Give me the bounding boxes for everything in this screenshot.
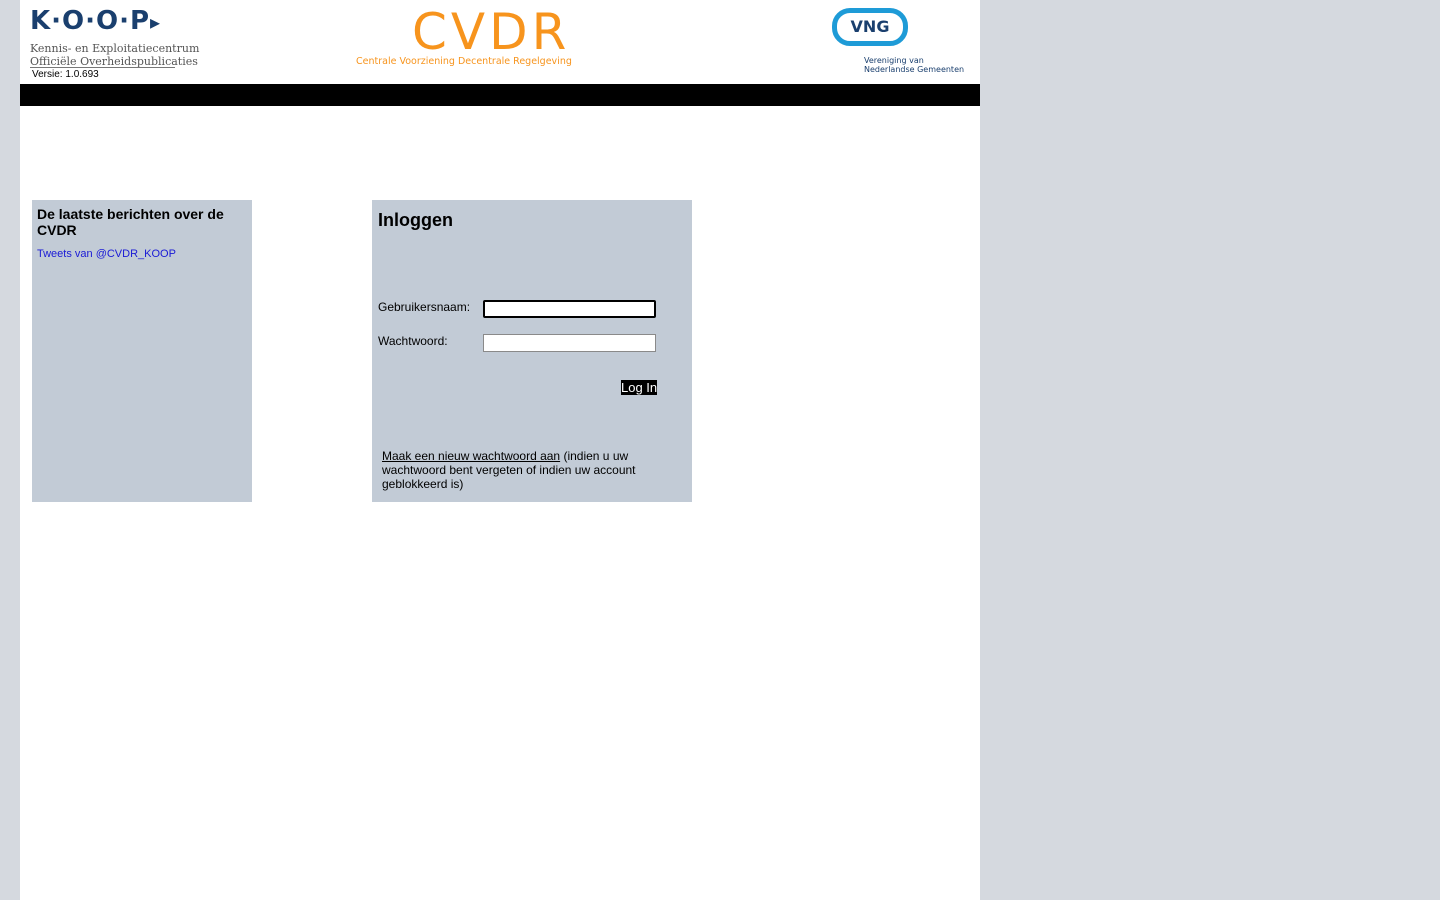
- cvdr-logo: CVDR Centrale Voorziening Decentrale Reg…: [356, 3, 576, 73]
- login-button[interactable]: Log In: [621, 380, 658, 395]
- vng-logo-line2: Nederlandse Gemeenten: [864, 65, 965, 74]
- nav-bar: [20, 84, 980, 106]
- password-reset-link[interactable]: Maak een nieuw wachtwoord aan: [382, 449, 560, 463]
- username-input[interactable]: [483, 300, 656, 318]
- version-label: Versie: 1.0.693: [32, 69, 99, 80]
- password-label: Wachtwoord:: [378, 334, 448, 348]
- vng-logo-line1: Vereniging van: [864, 56, 924, 65]
- username-label: Gebruikersnaam:: [378, 300, 471, 314]
- koop-logo-mark: K·O·O·P▸: [30, 6, 162, 36]
- news-panel-title: De laatste berichten over de CVDR: [37, 206, 224, 238]
- password-reset-info: Maak een nieuw wachtwoord aan (indien u …: [382, 449, 657, 491]
- koop-logo-rule: [30, 67, 175, 68]
- vng-logo-mark: VNG: [850, 17, 890, 36]
- vng-logo: VNG Vereniging van Nederlandse Gemeenten: [832, 8, 966, 76]
- login-title: Inloggen: [378, 210, 453, 230]
- page-container: K·O·O·P▸ Kennis- en Exploitatiecentrum O…: [20, 0, 980, 900]
- login-panel: Inloggen Gebruikersnaam: Wachtwoord: Log…: [372, 200, 692, 502]
- news-panel: De laatste berichten over de CVDR Tweets…: [32, 200, 252, 502]
- koop-logo: K·O·O·P▸ Kennis- en Exploitatiecentrum O…: [30, 6, 200, 72]
- cvdr-logo-title: CVDR: [412, 3, 571, 61]
- tweets-link[interactable]: Tweets van @CVDR_KOOP: [37, 248, 176, 260]
- koop-logo-line1: Kennis- en Exploitatiecentrum: [30, 42, 200, 55]
- password-input[interactable]: [483, 334, 656, 352]
- cvdr-logo-subtitle: Centrale Voorziening Decentrale Regelgev…: [356, 56, 572, 67]
